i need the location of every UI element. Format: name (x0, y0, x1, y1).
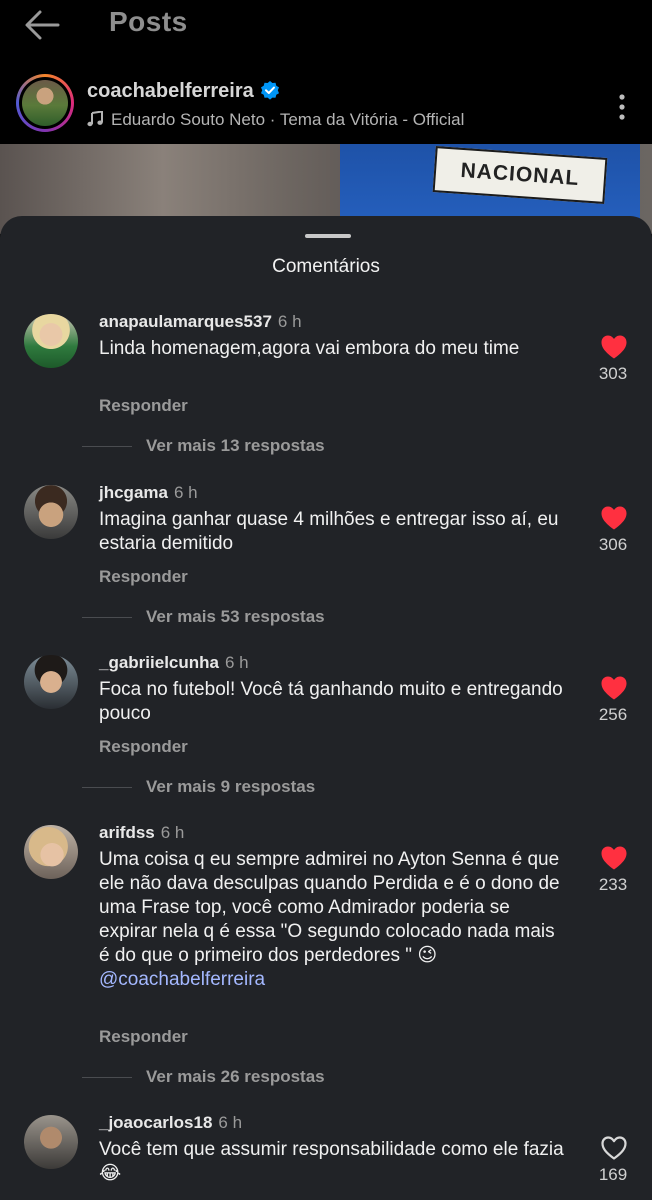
post-header: coachabelferreira Eduardo Souto Neto · T… (0, 60, 652, 144)
like-count: 256 (598, 705, 628, 724)
heart-filled-icon[interactable] (600, 675, 628, 701)
like-count: 233 (598, 875, 628, 894)
comment-text: Foca no futebol! Você tá ganhando muito … (99, 679, 563, 724)
back-arrow-icon[interactable] (22, 8, 62, 42)
drag-handle[interactable] (305, 234, 351, 238)
post-username-text[interactable]: coachabelferreira (87, 80, 254, 102)
view-replies-button[interactable]: Ver mais 26 respostas (82, 1067, 325, 1087)
post-audio[interactable]: Eduardo Souto Neto · Tema da Vitória - O… (87, 110, 464, 130)
like-count: 306 (598, 535, 628, 554)
view-replies-button[interactable]: Ver mais 13 respostas (82, 436, 325, 456)
comment-time: 6 h (160, 823, 185, 842)
replies-divider (82, 787, 132, 789)
like-count: 169 (598, 1165, 628, 1184)
comment-time: 6 h (173, 483, 198, 502)
heart-filled-icon[interactable] (600, 845, 628, 871)
comment-text: Linda homenagem,agora vai embora do meu … (99, 338, 520, 359)
comment-text: Imagina ganhar quase 4 milhões e entrega… (99, 509, 559, 554)
page-title: Posts (109, 6, 188, 37)
post-author-avatar[interactable] (16, 74, 74, 132)
reply-button[interactable]: Responder (99, 567, 188, 587)
like-count: 303 (598, 364, 628, 383)
reply-button[interactable]: Responder (99, 396, 188, 416)
commenter-avatar[interactable] (24, 485, 78, 539)
heart-filled-icon[interactable] (600, 334, 628, 360)
heart-outline-icon[interactable] (600, 1135, 628, 1161)
replies-divider (82, 1077, 132, 1079)
comment-time: 6 h (277, 312, 302, 331)
verified-badge-icon (260, 81, 279, 100)
mention-link[interactable]: @coachabelferreira (99, 969, 265, 990)
top-bar: Posts (0, 0, 652, 60)
view-replies-label[interactable]: Ver mais 13 respostas (146, 436, 325, 455)
reply-button[interactable]: Responder (99, 1027, 188, 1047)
comment-text: Você tem que assumir responsabilidade co… (99, 1139, 564, 1184)
view-replies-button[interactable]: Ver mais 9 respostas (82, 777, 315, 797)
comment-username[interactable]: _joaocarlos18 6 h (99, 1113, 242, 1133)
reply-button[interactable]: Responder (99, 737, 188, 757)
commenter-avatar[interactable] (24, 314, 78, 368)
view-replies-label[interactable]: Ver mais 9 respostas (146, 777, 315, 796)
view-replies-label[interactable]: Ver mais 53 respostas (146, 607, 325, 626)
view-replies-button[interactable]: Ver mais 53 respostas (82, 607, 325, 627)
view-replies-label[interactable]: Ver mais 26 respostas (146, 1067, 325, 1086)
comments-title: Comentários (272, 256, 380, 277)
comment-text: Uma coisa q eu sempre admirei no Ayton S… (99, 848, 569, 992)
music-note-icon (87, 111, 103, 127)
post-song-label[interactable]: Eduardo Souto Neto · Tema da Vitória - O… (111, 110, 464, 129)
commenter-avatar[interactable] (24, 1115, 78, 1169)
comment-time: 6 h (224, 653, 249, 672)
more-options-icon[interactable] (612, 92, 632, 122)
comments-sheet: Comentários anapaulamarques537 6 h Linda … (0, 216, 652, 1200)
heart-filled-icon[interactable] (600, 505, 628, 531)
replies-divider (82, 446, 132, 448)
comment-time: 6 h (218, 1113, 243, 1132)
comment-body: Uma coisa q eu sempre admirei no Ayton S… (99, 849, 560, 966)
post-author-username[interactable]: coachabelferreira (87, 80, 280, 103)
comment-username[interactable]: anapaulamarques537 6 h (99, 312, 302, 332)
comment-username[interactable]: jhcgama 6 h (99, 483, 198, 503)
comment-username[interactable]: arifdss 6 h (99, 823, 184, 843)
commenter-avatar[interactable] (24, 825, 78, 879)
comment-username[interactable]: _gabriielcunha 6 h (99, 653, 249, 673)
media-badge-text: NACIONAL (459, 158, 581, 191)
replies-divider (82, 617, 132, 619)
commenter-avatar[interactable] (24, 655, 78, 709)
